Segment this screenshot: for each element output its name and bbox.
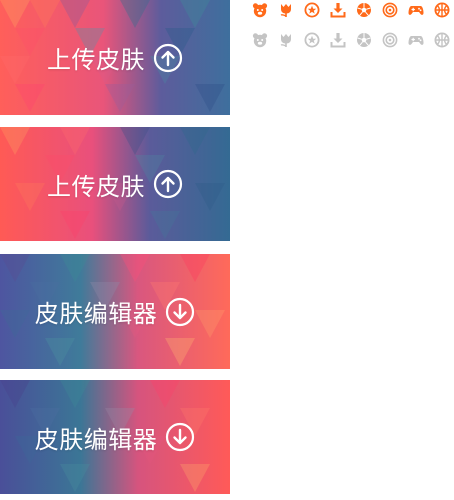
download-tray-icon (328, 1, 348, 19)
bear-icon (250, 1, 270, 19)
download-circle-icon[interactable] (165, 297, 195, 327)
skin-editor-banner-hover[interactable]: 皮肤编辑器 (0, 380, 230, 494)
target-icon (380, 1, 400, 19)
banner-content: 皮肤编辑器 (0, 254, 230, 369)
banner-label: 皮肤编辑器 (34, 300, 158, 328)
banner-label: 皮肤编辑器 (34, 425, 158, 454)
banner-label: 上传皮肤 (47, 46, 145, 74)
download-tray-icon (328, 31, 348, 49)
tulip-icon (276, 1, 296, 19)
banner-content: 上传皮肤 (0, 0, 230, 115)
upload-skin-banner-hover[interactable]: 上传皮肤 (0, 127, 230, 241)
skin-editor-banner[interactable]: 皮肤编辑器 (0, 254, 230, 369)
gray-icon-row (250, 31, 452, 49)
gamepad-icon (406, 31, 426, 49)
banner-content: 皮肤编辑器 (0, 380, 230, 494)
target-icon (380, 31, 400, 49)
basketball-icon (432, 31, 452, 49)
star-badge-icon (302, 31, 322, 49)
bear-icon (250, 31, 270, 49)
upload-skin-banner[interactable]: 上传皮肤 (0, 0, 230, 115)
gamepad-icon (406, 1, 426, 19)
download-circle-icon[interactable] (165, 422, 195, 452)
upload-circle-icon[interactable] (153, 43, 183, 73)
banner-label: 上传皮肤 (47, 172, 145, 201)
banner-content: 上传皮肤 (0, 127, 230, 241)
tulip-icon (276, 31, 296, 49)
soccer-ball-icon (354, 31, 374, 49)
upload-circle-icon[interactable] (153, 169, 183, 199)
soccer-ball-icon (354, 1, 374, 19)
basketball-icon (432, 1, 452, 19)
colored-icon-row (250, 1, 452, 19)
star-badge-icon (302, 1, 322, 19)
